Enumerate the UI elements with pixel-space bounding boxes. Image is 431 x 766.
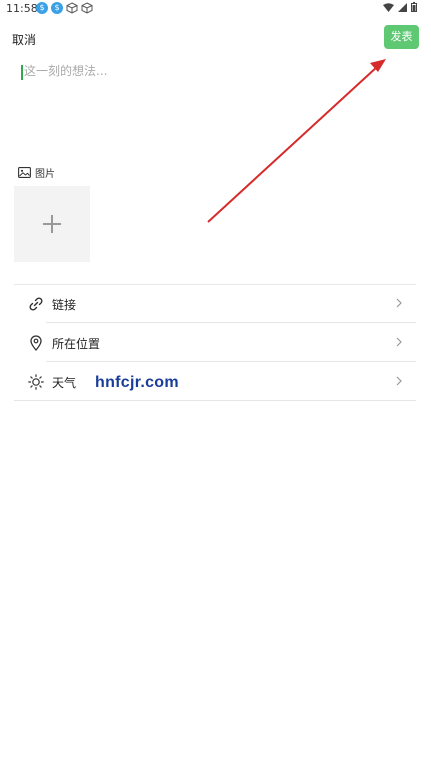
option-weather[interactable]: 天气 (14, 362, 416, 401)
option-label: 天气 (52, 376, 77, 390)
publish-button[interactable]: 发表 (384, 25, 419, 49)
box-icon (81, 2, 93, 14)
list-divider (14, 400, 416, 401)
option-location[interactable]: 所在位置 (14, 323, 416, 362)
status-time: 11:58 (6, 2, 38, 15)
option-label: 所在位置 (52, 337, 101, 351)
option-link[interactable]: 链接 (14, 284, 416, 323)
battery-icon (411, 2, 417, 12)
location-pin-icon (30, 335, 42, 351)
notification-badge-icon: $ (36, 2, 48, 14)
text-cursor (21, 65, 23, 80)
signal-icon (398, 2, 407, 12)
image-section-header: 图片 (18, 165, 55, 180)
cancel-button[interactable]: 取消 (12, 31, 36, 48)
chevron-right-icon (396, 298, 402, 308)
chevron-right-icon (396, 337, 402, 347)
box-icon (66, 2, 78, 14)
watermark: hnfcjr.com (95, 374, 179, 391)
status-bar: 11:58 $ $ (0, 0, 431, 18)
status-notification-icons: $ $ (36, 2, 93, 14)
image-icon (18, 167, 31, 178)
wifi-icon (383, 2, 394, 12)
add-image-button[interactable] (14, 186, 90, 262)
notification-badge-icon: $ (51, 2, 63, 14)
sun-icon (28, 374, 44, 390)
chevron-right-icon (396, 376, 402, 386)
thought-input[interactable] (20, 62, 414, 152)
option-label: 链接 (52, 298, 77, 312)
status-system-icons (383, 2, 417, 12)
link-icon (29, 297, 43, 311)
image-section-label: 图片 (35, 169, 55, 180)
